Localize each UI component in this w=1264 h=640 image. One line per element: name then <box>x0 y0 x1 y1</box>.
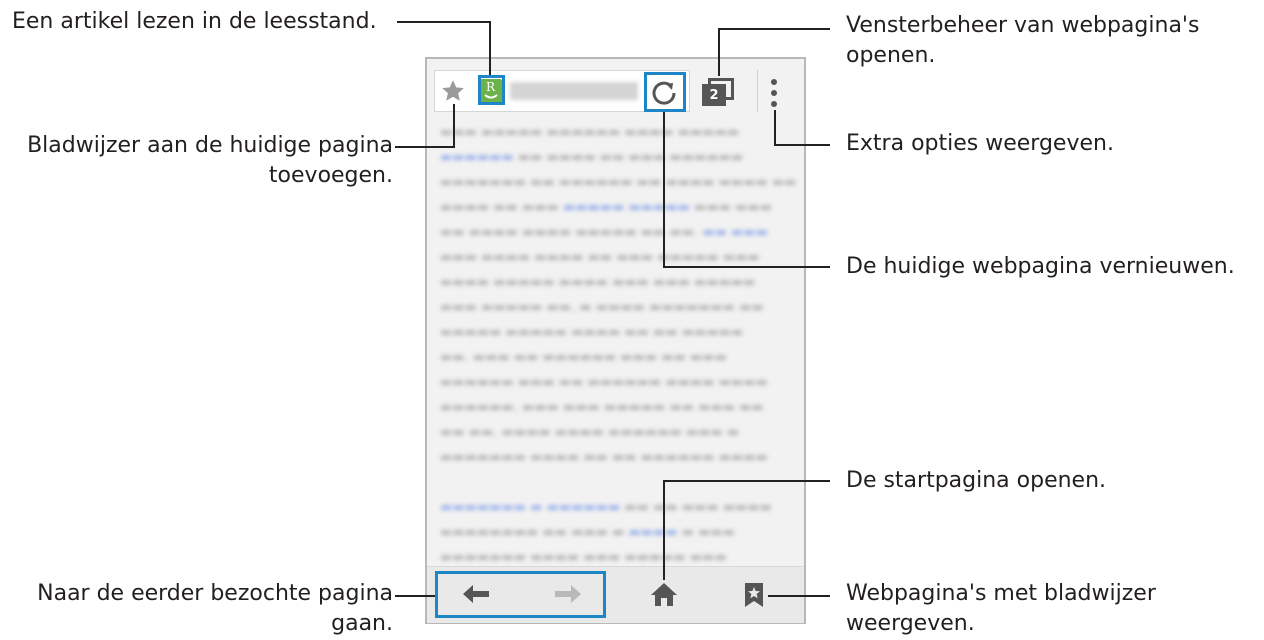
more-options-icon[interactable] <box>770 78 778 114</box>
leader-tabs-v <box>718 28 720 76</box>
leader-reader-h <box>397 21 490 23</box>
callout-window-manager: Vensterbeheer van webpagina's openen. <box>846 11 1199 71</box>
leader-reader-v <box>489 21 491 75</box>
leader-back-h <box>395 595 435 597</box>
bookmark-icon[interactable] <box>743 581 765 613</box>
leader-star-h <box>395 146 455 148</box>
leader-star-v <box>453 104 455 148</box>
callout-extra-options: Extra opties weergeven. <box>846 131 1114 156</box>
leader-home-v <box>663 480 665 580</box>
callout-window-manager-line1: Vensterbeheer van webpagina's <box>846 13 1200 38</box>
leader-tabs-h <box>718 28 830 30</box>
home-icon[interactable] <box>650 581 678 611</box>
callout-previous-page: Naar de eerder bezochte pagina gaan. <box>37 579 393 639</box>
callout-bookmarks-line2: weergeven. <box>846 611 975 636</box>
callout-add-bookmark-line2: toevoegen. <box>268 163 393 188</box>
url-text-blurred <box>510 82 638 100</box>
leader-bookmarks-h <box>768 595 830 597</box>
toolbar-divider <box>757 70 758 112</box>
callout-home: De startpagina openen. <box>846 468 1107 493</box>
leader-options-h <box>774 144 830 146</box>
callout-previous-page-line1: Naar de eerder bezochte pagina <box>37 581 393 606</box>
callout-add-bookmark: Bladwijzer aan de huidige pagina toevoeg… <box>27 131 393 191</box>
page-content-blurred: ▬▬▬ ▬▬▬▬▬ ▬▬▬▬▬▬ ▬▬▬▬ ▬▬▬▬▬ ▬▬▬▬▬▬ ▬▬ ▬▬… <box>440 125 795 565</box>
highlight-navigation-arrows <box>435 571 606 618</box>
tabs-icon[interactable]: 2 <box>702 78 736 108</box>
callout-reader-mode: Een artikel lezen in de leesstand. <box>12 9 377 34</box>
leader-options-v <box>774 110 776 146</box>
leader-refresh-h <box>663 266 830 268</box>
callout-window-manager-line2: openen. <box>846 43 936 68</box>
callout-previous-page-line2: gaan. <box>331 611 393 636</box>
callout-bookmarks: Webpagina's met bladwijzer weergeven. <box>846 579 1156 639</box>
highlight-refresh <box>644 72 686 112</box>
leader-home-h <box>663 480 830 482</box>
leader-refresh-v <box>663 112 665 268</box>
callout-add-bookmark-line1: Bladwijzer aan de huidige pagina <box>27 133 393 158</box>
tab-count-badge: 2 <box>702 84 726 106</box>
callout-bookmarks-line1: Webpagina's met bladwijzer <box>846 581 1156 606</box>
callout-refresh: De huidige webpagina vernieuwen. <box>846 254 1235 279</box>
highlight-reader-mode <box>478 75 505 105</box>
